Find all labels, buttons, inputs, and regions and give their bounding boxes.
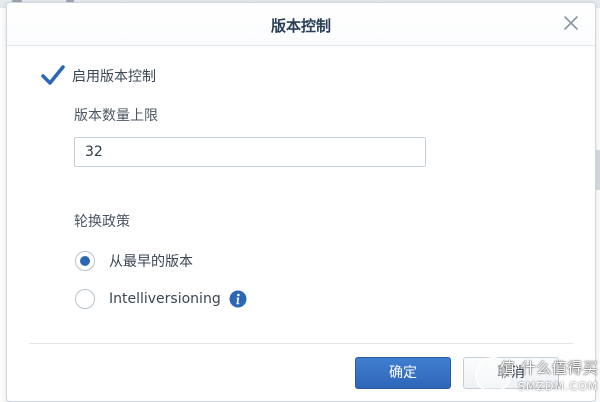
enable-version-control-label: 启用版本控制 (72, 69, 156, 85)
ok-button[interactable]: 确定 (355, 357, 451, 389)
policy-option-intelliversioning[interactable]: Intelliversioning (75, 287, 247, 311)
policy-intelliversioning-label: Intelliversioning (109, 291, 221, 307)
enable-version-control-checkbox[interactable] (41, 65, 65, 86)
background-scrollbar (596, 150, 600, 190)
checkmark-icon (41, 65, 65, 85)
policy-option-oldest[interactable]: 从最早的版本 (75, 249, 193, 273)
close-icon (564, 16, 578, 30)
rotation-policy-label: 轮换政策 (74, 214, 130, 230)
footer-divider (29, 343, 573, 344)
policy-oldest-label: 从最早的版本 (109, 254, 193, 270)
version-limit-label: 版本数量上限 (74, 108, 158, 124)
policy-oldest-radio[interactable] (75, 251, 95, 271)
close-button[interactable] (561, 13, 581, 33)
cancel-button[interactable]: 取消 (463, 357, 559, 389)
enable-version-control-row[interactable]: 启用版本控制 (41, 65, 156, 87)
version-limit-input[interactable] (74, 137, 426, 167)
page: 版本控制 启用版本控制 版本数量上限 轮换政策 从最早的版本 (0, 0, 600, 402)
version-control-dialog: 版本控制 启用版本控制 版本数量上限 轮换政策 从最早的版本 (6, 2, 596, 402)
policy-intelliversioning-radio[interactable] (75, 289, 95, 309)
info-icon[interactable] (229, 290, 247, 308)
dialog-header: 版本控制 (7, 3, 595, 46)
dialog-title: 版本控制 (270, 17, 331, 35)
